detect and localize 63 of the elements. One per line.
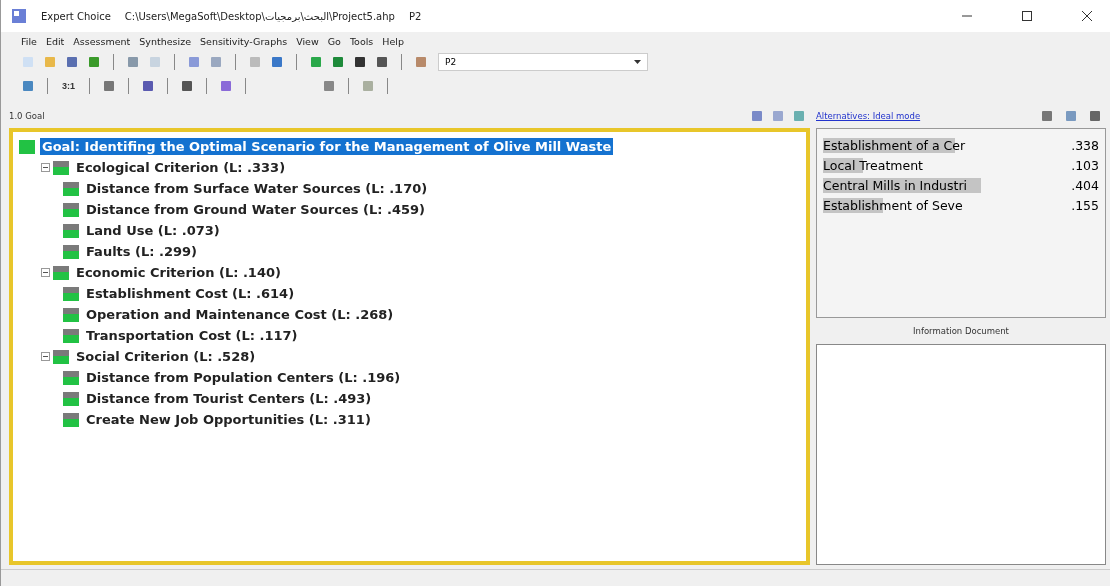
tree-node[interactable]: Distance from Surface Water Sources (L: .170) xyxy=(84,180,430,197)
tree-node[interactable]: Social Criterion (L: .528) xyxy=(74,348,258,365)
maximize-icon xyxy=(1022,11,1032,21)
tree-node[interactable]: Distance from Ground Water Sources (L: .459) xyxy=(84,201,428,218)
node-square-icon xyxy=(63,391,79,406)
menu-item[interactable]: Help xyxy=(382,35,404,47)
node-square-icon xyxy=(19,139,35,154)
alternative-priority: .404 xyxy=(1071,177,1099,193)
minus-icon xyxy=(42,353,49,360)
tree-node[interactable]: Operation and Maintenance Cost (L: .268) xyxy=(84,306,396,323)
app-icon xyxy=(11,8,27,24)
node-square-icon xyxy=(53,265,69,280)
node-path: 1.0 Goal xyxy=(9,111,45,121)
menu-item[interactable]: View xyxy=(296,35,319,47)
collapse-toggle[interactable] xyxy=(41,163,50,172)
alternative-name: Establishment of a Cer xyxy=(823,137,966,153)
alternative-name: Central Mills in Industri xyxy=(823,177,968,193)
tree-node[interactable]: Distance from Population Centers (L: .196) xyxy=(84,369,403,386)
alternative-name: Local Treatment xyxy=(823,157,923,173)
model-name: P2 xyxy=(408,10,422,22)
node-square-icon xyxy=(53,160,69,175)
minus-icon xyxy=(42,164,49,171)
minus-icon xyxy=(42,269,49,276)
tree-node[interactable]: Land Use (L: .073) xyxy=(84,222,222,239)
collapse-toggle[interactable] xyxy=(41,268,50,277)
alternative-name: Establishment of Seve xyxy=(823,197,963,213)
menu-item[interactable]: File xyxy=(21,35,37,47)
collapse-toggle[interactable] xyxy=(41,352,50,361)
menu-item[interactable]: Synthesize xyxy=(139,35,191,47)
node-square-icon xyxy=(63,244,79,259)
node-square-icon xyxy=(63,202,79,217)
alternative-priority: .103 xyxy=(1071,157,1099,173)
tree-node[interactable]: Goal: Identifing the Optimal Scenario for the Management of Olive Mill Waste xyxy=(40,138,614,155)
menu-item[interactable]: Go xyxy=(327,35,341,47)
menu-item[interactable]: Assessment xyxy=(73,35,131,47)
tree-node[interactable]: Establishment Cost (L: .614) xyxy=(84,285,297,302)
caret-icon xyxy=(634,60,641,64)
tree-node[interactable]: Ecological Criterion (L: .333) xyxy=(74,159,288,176)
pairwise-ratio-button[interactable]: 3:1 xyxy=(58,81,79,91)
alternative-priority: .338 xyxy=(1071,137,1099,153)
tree-node[interactable]: Transportation Cost (L: .117) xyxy=(84,327,300,344)
tree-node[interactable]: Distance from Tourist Centers (L: .493) xyxy=(84,390,374,407)
alternative-priority: .155 xyxy=(1071,197,1099,213)
app-name: Expert Choice xyxy=(41,10,111,22)
menu-item[interactable]: Tools xyxy=(349,35,374,47)
node-square-icon xyxy=(63,328,79,343)
tree-node[interactable]: Economic Criterion (L: .140) xyxy=(74,264,283,281)
node-square-icon xyxy=(63,181,79,196)
tree-node[interactable]: Faults (L: .299) xyxy=(84,243,200,260)
node-square-icon xyxy=(63,412,79,427)
close-icon xyxy=(1082,11,1092,21)
node-square-icon xyxy=(53,349,69,364)
tree-node[interactable]: Create New Job Opportunities (L: .311) xyxy=(84,411,373,428)
node-square-icon xyxy=(63,286,79,301)
file-path: C:\Users\MegaSoft\Desktop\البحث\برمجيات\Project5.ahp xyxy=(124,10,395,22)
model-dropdown[interactable]: P2 xyxy=(438,53,648,71)
menu-item[interactable]: Sensitivity-Graphs xyxy=(200,35,288,47)
alternatives-link[interactable]: Alternatives: Ideal mode xyxy=(816,111,921,121)
menu-item[interactable]: Edit xyxy=(45,35,65,47)
info-title: Information Document xyxy=(913,326,1009,336)
node-square-icon xyxy=(63,223,79,238)
node-square-icon xyxy=(63,307,79,322)
node-square-icon xyxy=(63,370,79,385)
